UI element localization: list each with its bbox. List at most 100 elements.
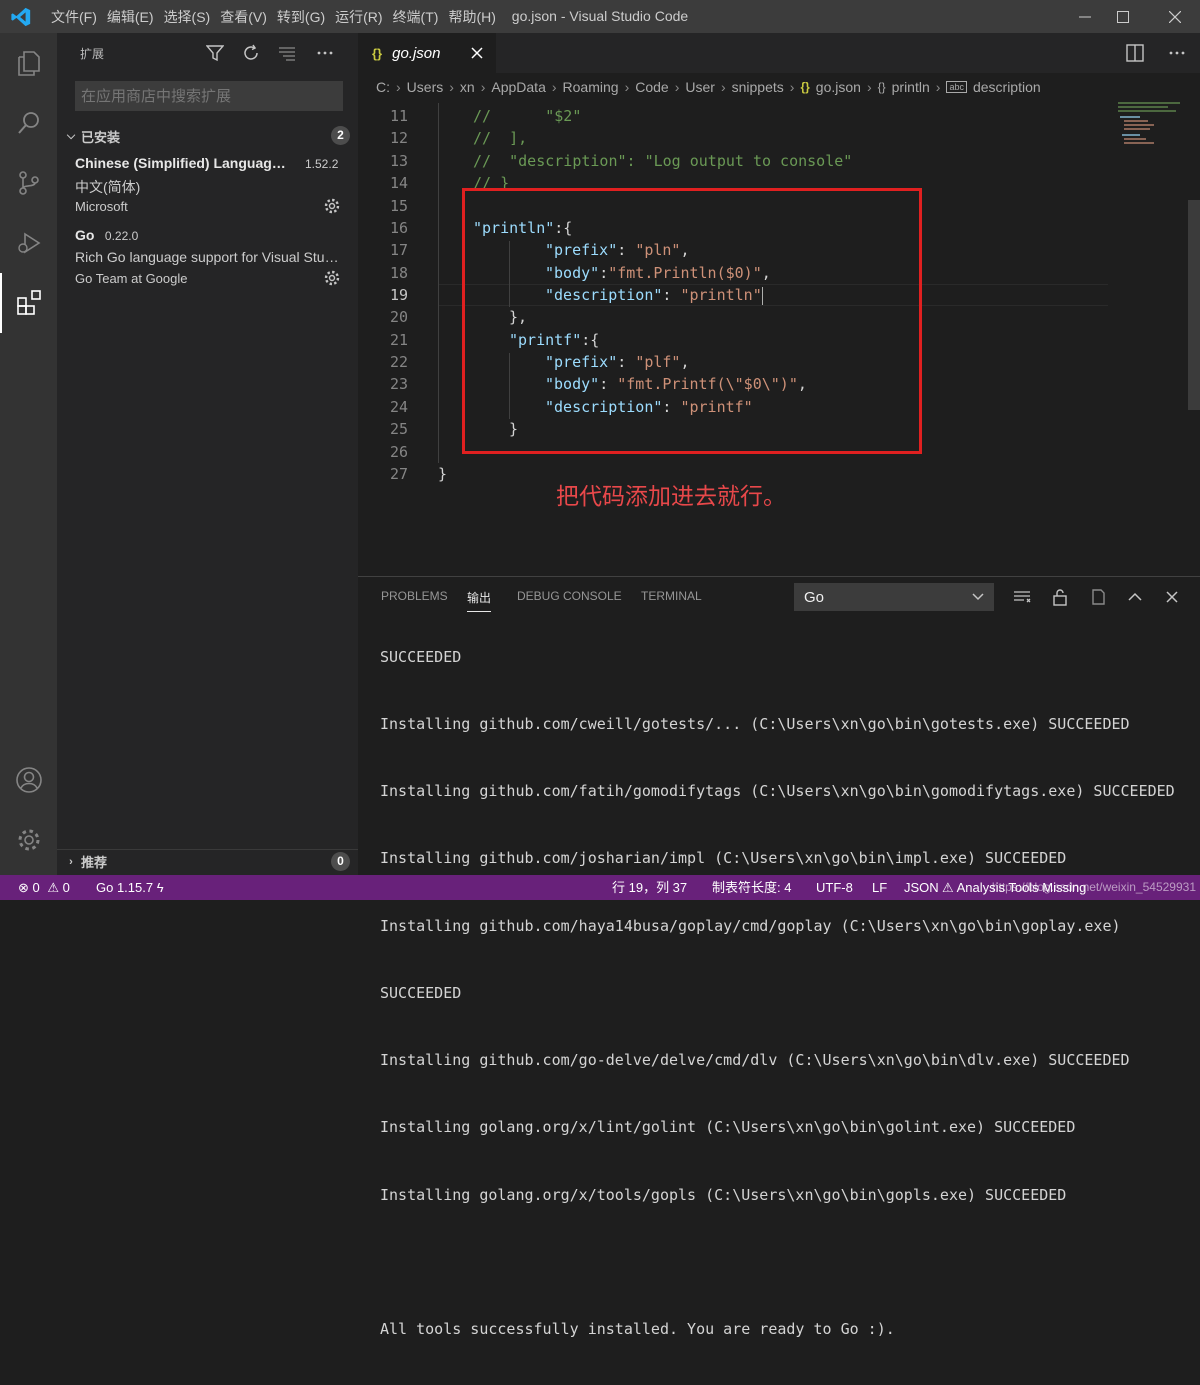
editor-vertical-scrollbar[interactable] [1188,200,1200,410]
more-icon[interactable] [1168,44,1186,62]
breadcrumb-item[interactable]: C: [376,79,390,95]
output-channel-value: Go [804,588,825,606]
tab-debug-console[interactable]: DEBUG CONSOLE [517,589,622,603]
problems-status[interactable]: ⊗ 0 ⚠ 0 [18,875,70,900]
menu-view[interactable]: 查看(V) [219,7,276,27]
eol-status[interactable]: LF [872,875,887,900]
close-window-button[interactable] [1152,0,1198,33]
cursor-position[interactable]: 行 19，列 37 [612,875,687,900]
line-number: 11 [389,107,408,125]
breadcrumb-item[interactable]: go.json [816,79,861,95]
output-channel-select[interactable]: Go [794,583,994,611]
menu-go[interactable]: 转到(G) [276,7,334,27]
extensions-button[interactable] [0,273,57,333]
extension-search-input[interactable] [75,81,343,111]
accounts-button[interactable] [0,750,57,810]
annotation-text: 把代码添加进去就行。 [556,483,786,509]
vscode-logo-icon [11,7,31,27]
code-line: // "description": "Log output to console… [473,152,853,170]
breadcrumb-item[interactable]: snippets [732,79,784,95]
line-number: 13 [389,152,408,170]
bottom-panel: PROBLEMS 输出 DEBUG CONSOLE TERMINAL Go SU… [358,576,1200,1338]
more-icon [317,51,333,55]
breadcrumb-item[interactable]: println [892,79,930,95]
menu-file[interactable]: 文件(F) [50,7,106,27]
lock-scroll-button[interactable] [1048,585,1072,609]
minimap[interactable] [1114,100,1188,152]
string-symbol-icon: abc [946,81,967,93]
json-file-icon: {} [800,80,810,94]
code-line: } [438,465,448,483]
breadcrumb-item[interactable]: User [685,79,715,95]
breadcrumb-item[interactable]: xn [460,79,475,95]
line-number: 27 [389,465,408,483]
tab-go-json[interactable]: {} go.json [358,33,496,73]
tab-size-status[interactable]: 制表符长度: 4 [712,875,791,900]
status-bar: ⊗ 0 ⚠ 0 Go 1.15.7 ϟ 行 19，列 37 制表符长度: 4 U… [0,875,1200,900]
menu-edit[interactable]: 编辑(E) [106,7,163,27]
line-number: 15 [389,197,408,215]
extension-description: Rich Go language support for Visual Stud… [75,249,343,265]
unlock-icon [1053,589,1067,606]
extension-name: Chinese (Simplified) Language Pack for V… [75,155,290,171]
filter-button[interactable] [203,41,227,65]
sidebar-title: 扩展 [80,47,105,61]
extension-publisher: Go Team at Google [75,271,188,286]
manage-extension-gear-icon[interactable] [323,269,341,287]
extension-version: 0.22.0 [104,229,139,243]
output-line: SUCCEEDED [380,647,462,666]
account-icon [15,767,42,793]
close-icon [1169,10,1181,23]
search-button[interactable] [0,93,57,153]
source-control-button[interactable] [0,153,57,213]
go-version-status[interactable]: Go 1.15.7 ϟ [96,875,164,900]
breadcrumb-item[interactable]: Users [407,79,444,95]
menu-selection[interactable]: 选择(S) [163,7,220,27]
gear-icon [18,829,39,851]
open-log-file-button[interactable] [1086,585,1110,609]
run-debug-button[interactable] [0,213,57,273]
breadcrumb-item[interactable]: description [973,79,1041,95]
maximize-panel-button[interactable] [1123,585,1147,609]
run-debug-icon [17,232,40,254]
menu-help[interactable]: 帮助(H) [447,7,504,27]
breadcrumb-item[interactable]: Roaming [563,79,619,95]
close-tab-icon[interactable] [470,47,483,59]
extension-publisher: Microsoft [75,199,128,214]
breadcrumb-item[interactable]: Code [635,79,668,95]
split-editor-icon[interactable] [1126,44,1144,62]
menu-terminal[interactable]: 终端(T) [392,7,448,27]
clear-all-icon [1014,591,1031,603]
line-number: 17 [389,241,408,259]
activity-bar [0,33,57,875]
installed-label: 已安装 [81,129,121,145]
tab-terminal[interactable]: TERMINAL [641,589,702,603]
output-log[interactable]: SUCCEEDED Installing github.com/cweill/g… [380,609,1195,1385]
recommended-section-header[interactable]: › 推荐 0 [57,849,358,873]
explorer-button[interactable] [0,33,57,93]
source-control-icon [18,171,39,195]
manage-button[interactable] [0,810,57,870]
menu-run[interactable]: 运行(R) [334,7,391,27]
installed-section-header[interactable]: ⌵ 已安装 2 [57,124,358,148]
manage-extension-gear-icon[interactable] [323,197,341,215]
more-actions-button[interactable] [313,41,337,65]
indent-guide [438,103,439,463]
maximize-button[interactable] [1100,0,1146,33]
close-panel-button[interactable] [1160,585,1184,609]
code-line: // ], [473,129,528,147]
breadcrumb-item[interactable]: AppData [491,79,545,95]
editor-tab-bar: {} go.json [358,33,1200,73]
refresh-button[interactable] [239,41,263,65]
clear-output-button[interactable] [1010,585,1034,609]
tab-problems[interactable]: PROBLEMS [381,589,448,603]
warning-icon: ⚠ [47,880,60,895]
chevron-up-icon [1128,592,1142,601]
watermark: https://blog.csdn.net/weixin_54529931 [991,880,1196,894]
output-line: Installing golang.org/x/tools/gopls (C:\… [380,1185,1067,1204]
clear-button[interactable] [275,41,299,65]
encoding-status[interactable]: UTF-8 [816,875,853,900]
extension-item[interactable]: Chinese (Simplified) Language Pack for V… [75,155,347,217]
extension-item[interactable]: Go 0.22.0 Rich Go language support for V… [75,227,347,289]
recommended-count-badge: 0 [331,852,350,871]
